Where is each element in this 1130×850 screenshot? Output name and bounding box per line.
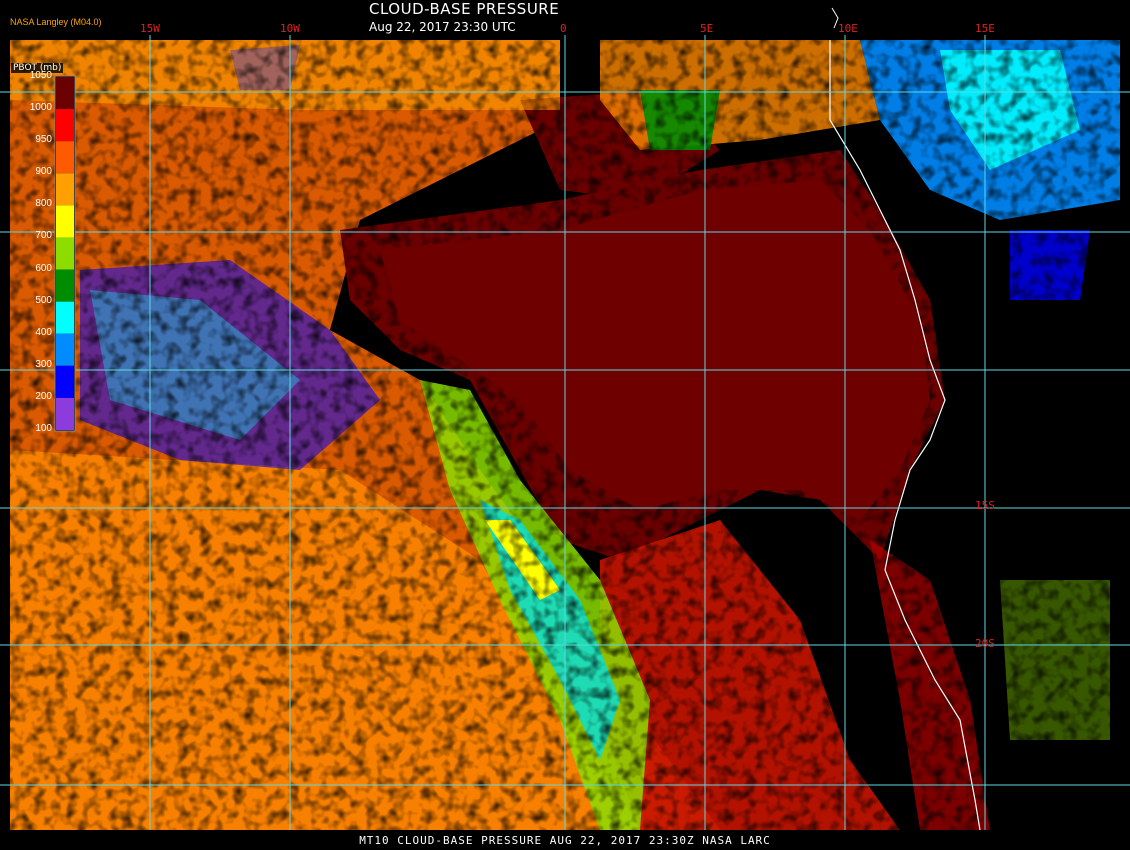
legend-swatch [56, 77, 74, 110]
legend-tick-label: 400 [35, 326, 52, 338]
lon-label-15e: 15E [975, 22, 995, 35]
legend-swatch [56, 109, 74, 142]
lon-label-0: 0 [560, 22, 567, 35]
legend-swatch [56, 237, 74, 270]
legend-tick-label: 600 [35, 262, 52, 274]
legend-tick-label: 950 [35, 134, 52, 146]
lon-label-5e: 5E [700, 22, 714, 35]
legend-swatch [56, 365, 74, 398]
lat-label-20s: 20S [975, 637, 995, 650]
timestamp: Aug 22, 2017 23:30 UTC [369, 20, 516, 34]
legend-tick-label: 500 [35, 294, 52, 306]
legend-swatch [56, 173, 74, 206]
legend-swatch [56, 397, 74, 430]
lat-label-15s: 15S [975, 499, 995, 512]
lon-label-10e: 10E [838, 22, 858, 35]
lon-label-15w: 15W [140, 22, 160, 35]
legend-swatch [56, 333, 74, 366]
page-title: CLOUD-BASE PRESSURE [369, 0, 560, 18]
legend-tick-label: 800 [35, 198, 52, 210]
legend-swatch [56, 269, 74, 302]
legend-tick-label: 1050 [29, 70, 52, 81]
legend-tick-label: 300 [35, 358, 52, 370]
legend-tick-label: 1000 [29, 102, 52, 114]
legend-tick-label: 900 [35, 166, 52, 178]
legend-swatch [56, 141, 74, 174]
legend-swatch [56, 301, 74, 334]
legend-swatch [56, 205, 74, 238]
legend-tick-label: 200 [35, 390, 52, 402]
legend-color-bar [54, 75, 76, 432]
legend-tick-label: 100 [35, 423, 52, 434]
footer-caption: MT10 CLOUD-BASE PRESSURE AUG 22, 2017 23… [359, 834, 771, 847]
credit-label: NASA Langley (M04.0) [10, 17, 102, 27]
legend-tick-label: 700 [35, 230, 52, 242]
satellite-map [0, 0, 1130, 850]
lon-label-10w: 10W [280, 22, 300, 35]
